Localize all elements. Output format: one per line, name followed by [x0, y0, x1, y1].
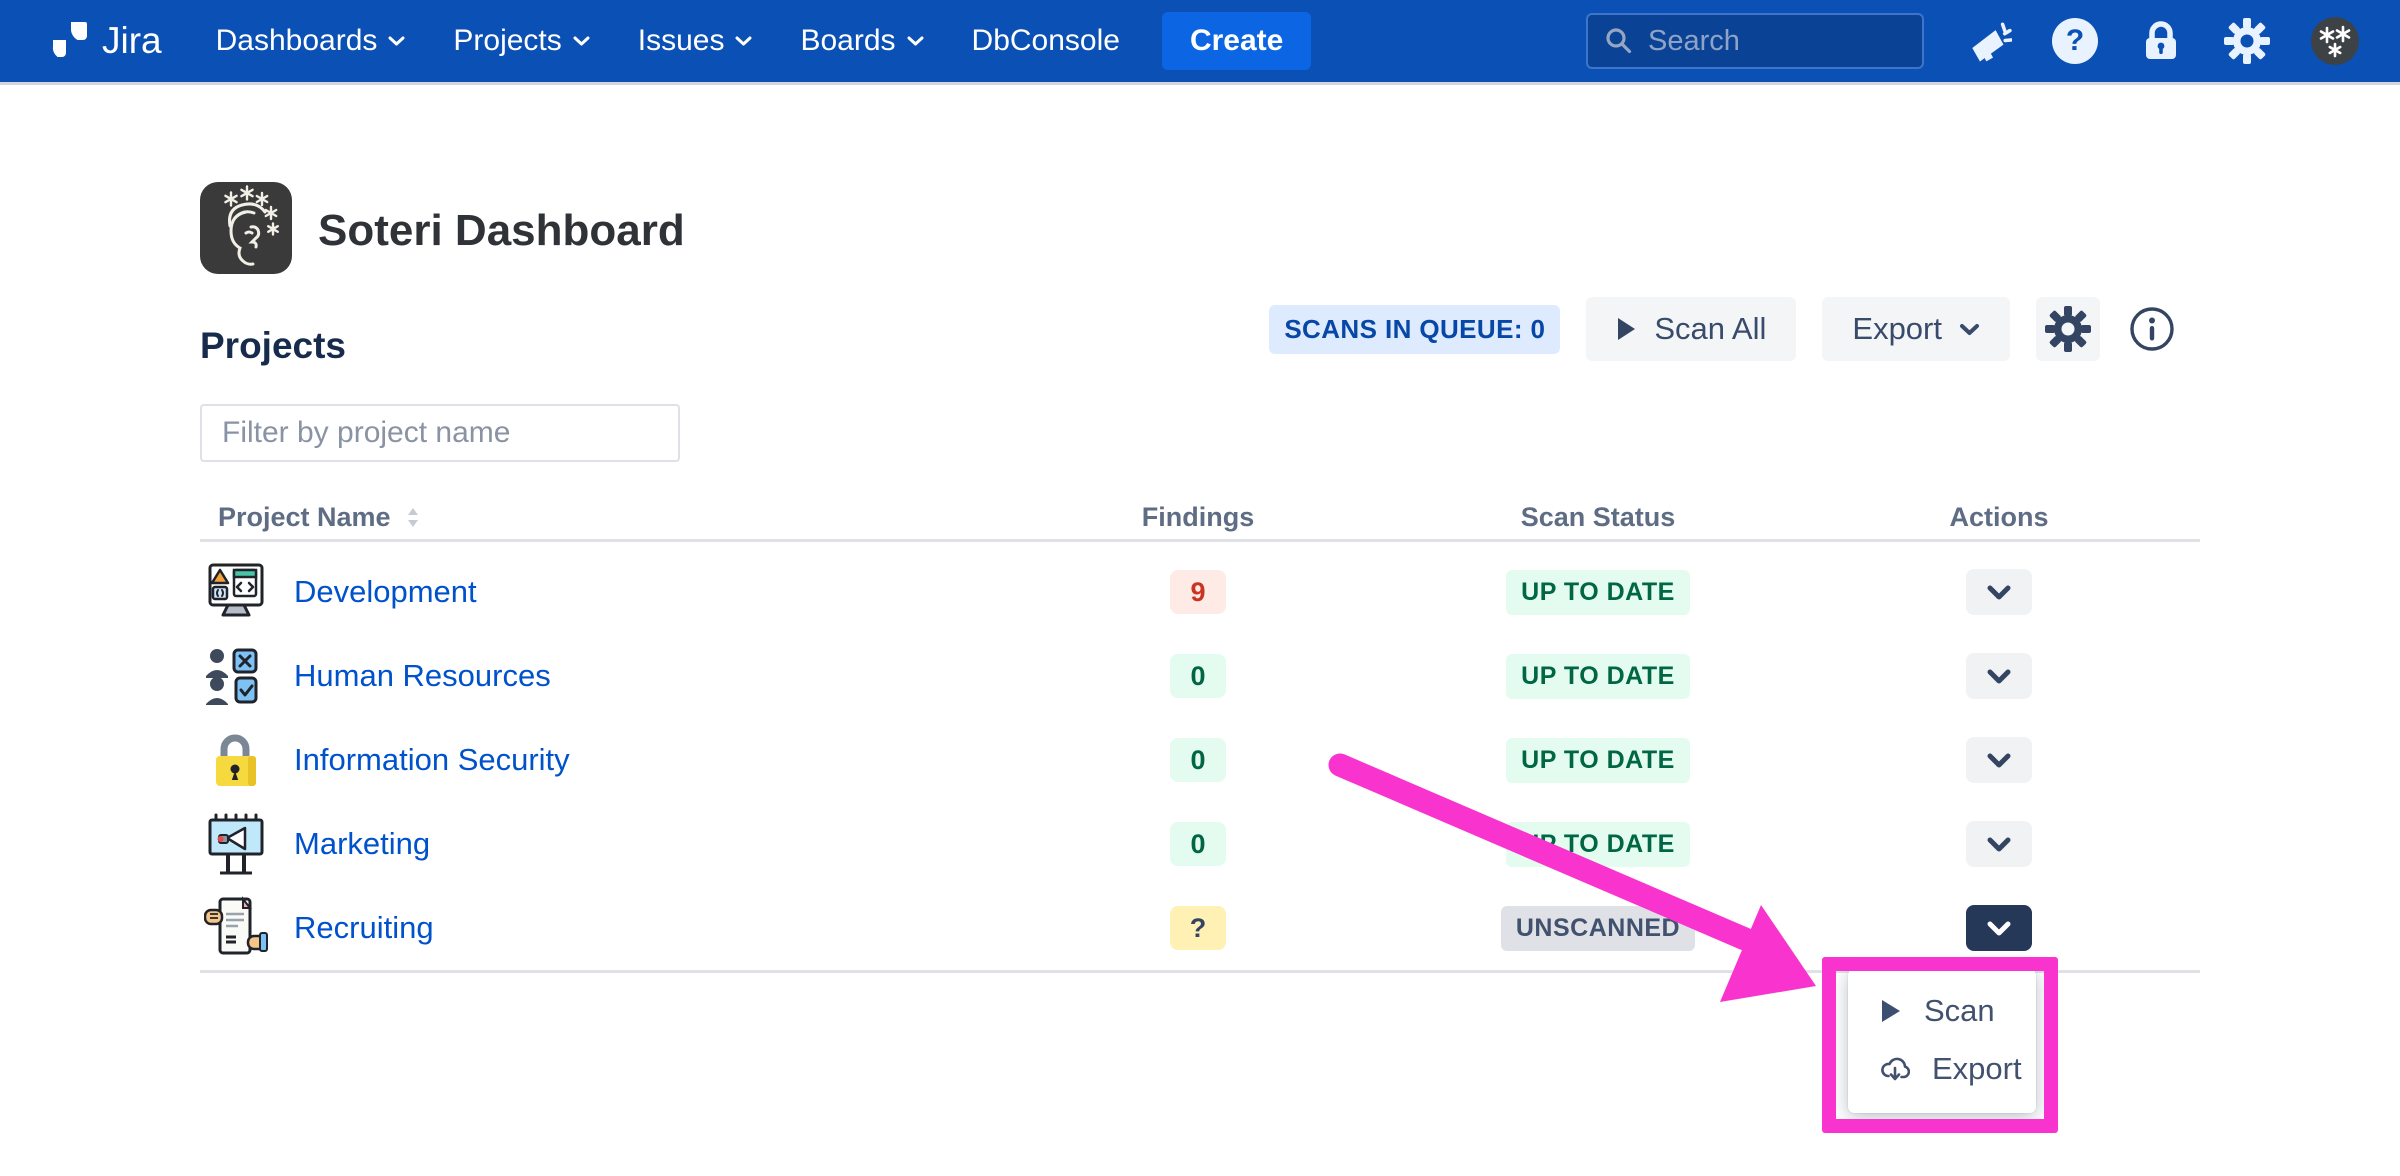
jira-logo[interactable]: Jira [46, 18, 162, 64]
sort-icon [405, 505, 421, 530]
create-button[interactable]: Create [1162, 12, 1311, 70]
global-search[interactable] [1586, 13, 1924, 69]
column-actions: Actions [1860, 502, 2138, 533]
findings-badge: 9 [1170, 570, 1226, 614]
gear-icon [2045, 306, 2091, 352]
chevron-down-icon [1986, 668, 2012, 685]
avatar[interactable] [2310, 16, 2360, 66]
table-row-development: Development 9 UP TO DATE [200, 550, 2200, 634]
column-project-name[interactable]: Project Name [200, 502, 1060, 533]
scans-in-queue-badge: SCANS IN QUEUE: 0 [1269, 305, 1560, 354]
findings-badge: 0 [1170, 822, 1226, 866]
chevron-down-icon [907, 36, 924, 47]
recruiting-project-icon [204, 896, 268, 960]
scan-status-badge: UP TO DATE [1506, 822, 1690, 867]
scan-status-badge: UP TO DATE [1506, 570, 1690, 615]
page-title: Soteri Dashboard [318, 206, 685, 256]
findings-badge: 0 [1170, 738, 1226, 782]
column-findings: Findings [1060, 502, 1336, 533]
soteri-app-icon [200, 182, 292, 274]
projects-table: Project Name Findings Scan Status Action… [200, 496, 2200, 973]
column-scan-status: Scan Status [1336, 502, 1860, 533]
chevron-down-icon [573, 36, 590, 47]
human-resources-project-icon [204, 644, 268, 708]
chevron-down-icon [1986, 836, 2012, 853]
info-icon [2128, 305, 2176, 353]
chevron-down-icon [1986, 920, 2012, 937]
announcement-megaphone-icon[interactable] [1964, 17, 2012, 65]
info-button[interactable] [2126, 297, 2178, 361]
navbar-right: ? [1586, 13, 2360, 69]
table-row-marketing: Marketing 0 UP TO DATE [200, 802, 2200, 886]
project-filter-input[interactable] [200, 404, 680, 462]
cloud-download-icon [1880, 1056, 1910, 1083]
table-row-human-resources: Human Resources 0 UP TO DATE [200, 634, 2200, 718]
findings-badge: 0 [1170, 654, 1226, 698]
scan-status-badge: UNSCANNED [1501, 906, 1695, 951]
menu-dbconsole[interactable]: DbConsole [972, 24, 1120, 58]
play-icon [1616, 316, 1637, 342]
projects-toolbar: SCANS IN QUEUE: 0 Scan All Export [1269, 296, 2178, 362]
menu-boards[interactable]: Boards [800, 24, 923, 58]
project-link-information-security[interactable]: Information Security [294, 742, 570, 778]
chevron-down-icon [1959, 323, 1980, 336]
row-actions-button[interactable] [1966, 653, 2032, 699]
project-link-development[interactable]: Development [294, 574, 477, 610]
dropdown-item-export[interactable]: Export [1848, 1040, 2036, 1098]
projects-heading: Projects [200, 325, 346, 367]
project-link-marketing[interactable]: Marketing [294, 826, 430, 862]
menu-dashboards[interactable]: Dashboards [216, 24, 406, 58]
project-link-human-resources[interactable]: Human Resources [294, 658, 551, 694]
dashboard-settings-button[interactable] [2036, 297, 2100, 361]
dropdown-item-scan[interactable]: Scan [1848, 982, 2036, 1040]
menu-projects[interactable]: Projects [453, 24, 589, 58]
table-row-information-security: Information Security 0 UP TO DATE [200, 718, 2200, 802]
row-actions-button-open[interactable] [1966, 905, 2032, 951]
table-row-recruiting: Recruiting ? UNSCANNED [200, 886, 2200, 970]
table-header-row: Project Name Findings Scan Status Action… [200, 496, 2200, 542]
project-link-recruiting[interactable]: Recruiting [294, 910, 434, 946]
table-body: Development 9 UP TO DATE [200, 542, 2200, 973]
row-actions-button[interactable] [1966, 821, 2032, 867]
play-icon [1880, 998, 1902, 1024]
search-input[interactable] [1648, 25, 1906, 58]
jira-logo-icon [46, 18, 92, 64]
settings-gear-icon[interactable] [2224, 18, 2270, 64]
soteri-dashboard-page: Jira Dashboards Projects Issues Boards D… [0, 0, 2400, 1176]
development-project-icon [204, 560, 268, 624]
top-navbar: Jira Dashboards Projects Issues Boards D… [0, 0, 2400, 82]
lock-icon[interactable] [2138, 18, 2184, 64]
chevron-down-icon [1986, 752, 2012, 769]
row-actions-dropdown: Scan Export [1848, 969, 2036, 1113]
main-menu: Dashboards Projects Issues Boards DbCons… [216, 24, 1120, 58]
row-actions-button[interactable] [1966, 569, 2032, 615]
search-icon [1604, 26, 1634, 56]
marketing-project-icon [204, 812, 268, 876]
information-security-project-icon [204, 728, 268, 792]
scan-status-badge: UP TO DATE [1506, 654, 1690, 699]
scan-status-badge: UP TO DATE [1506, 738, 1690, 783]
export-button[interactable]: Export [1822, 297, 2010, 361]
chevron-down-icon [1986, 584, 2012, 601]
chevron-down-icon [735, 36, 752, 47]
row-actions-button[interactable] [1966, 737, 2032, 783]
menu-issues[interactable]: Issues [638, 24, 753, 58]
brand-name: Jira [102, 20, 162, 62]
chevron-down-icon [388, 36, 405, 47]
scan-all-button[interactable]: Scan All [1586, 297, 1796, 361]
help-icon[interactable]: ? [2052, 18, 2098, 64]
findings-badge: ? [1170, 906, 1226, 950]
